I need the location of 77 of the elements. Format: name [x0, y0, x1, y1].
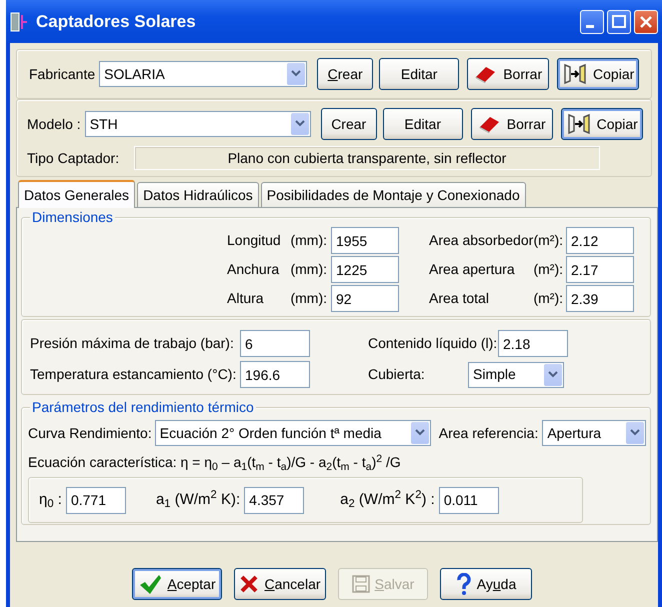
- field-label: Tipo Captador:: [27, 148, 120, 168]
- input-field[interactable]: 2.39: [566, 285, 634, 312]
- group-title: Parámetros del rendimiento térmico: [30, 400, 256, 414]
- window-title: Captadores Solares: [36, 10, 197, 33]
- coefficient-label: a$_{2}$ (W/m$^{2}$ K$^{2}$) :: [340, 488, 435, 512]
- app-icon: [10, 10, 30, 32]
- accept-button[interactable]: Aceptar: [132, 568, 222, 600]
- check-icon: [138, 573, 162, 595]
- coefficient-label: a$_{1}$ (W/m$^{2}$ K):: [156, 488, 240, 512]
- field-label: Area absorbedor: [429, 231, 534, 250]
- field-label: Cubierta:: [368, 365, 426, 384]
- input-field[interactable]: 2.18: [498, 330, 568, 357]
- cross-icon: [239, 574, 260, 594]
- book-icon: [478, 115, 502, 133]
- close-button[interactable]: [634, 10, 658, 34]
- readonly-field: Plano con cubierta transparente, sin reflector: [134, 146, 600, 170]
- equation-text: Ecuación característica: η = η$_{0}$ – a$_{1}$(t$_{m}$ - t$_{a}$)/G - a$_{2}$(t$_{m}$ - t$_{a}$)$^{2}$ /G: [28, 452, 402, 473]
- field-label: Altura: [227, 289, 264, 308]
- action-button[interactable]: Editar: [382, 108, 463, 140]
- chevron-down-icon: [291, 70, 302, 78]
- tab[interactable]: Datos Generales: [18, 180, 136, 208]
- chevron-down-icon: [294, 120, 305, 128]
- dropdown-field[interactable]: STH: [84, 111, 311, 137]
- minimize-icon: [586, 24, 594, 28]
- dropdown-field[interactable]: Simple: [468, 362, 564, 388]
- maximize-icon: [610, 12, 628, 30]
- chevron-down-icon: [548, 370, 558, 378]
- input-field[interactable]: 1225: [331, 256, 399, 283]
- help-button[interactable]: Ayuda: [440, 568, 532, 600]
- cancel-button[interactable]: Cancelar: [234, 568, 326, 600]
- field-label: Anchura: [227, 260, 280, 279]
- coefficient-label: η$_{0}$ :: [39, 490, 62, 512]
- unit-label: (mm):: [290, 289, 327, 308]
- input-field[interactable]: 0.771: [66, 486, 126, 514]
- unit-label: (m²):: [533, 260, 563, 279]
- field-label: Area apertura: [429, 260, 515, 279]
- input-field[interactable]: 1955: [331, 227, 399, 254]
- action-button[interactable]: Editar: [379, 58, 460, 90]
- copy-icon: [562, 62, 588, 86]
- field-label: Area total: [429, 289, 489, 308]
- input-field[interactable]: 196.6: [240, 361, 310, 388]
- field-label: Presión máxima de trabajo (bar):: [30, 334, 235, 353]
- group-title: Dimensiones: [30, 210, 115, 224]
- delete-button[interactable]: Borrar: [467, 58, 550, 90]
- chevron-down-icon: [414, 429, 425, 437]
- unit-label: (mm):: [290, 231, 327, 250]
- action-button[interactable]: Crear: [320, 108, 377, 140]
- delete-button[interactable]: Borrar: [470, 108, 553, 140]
- field-label: Contenido líquido (l):: [368, 334, 498, 353]
- input-field[interactable]: 92: [331, 285, 399, 312]
- tab[interactable]: Posibilidades de Montaje y Conexionado: [260, 182, 526, 207]
- unit-label: (mm):: [290, 260, 327, 279]
- input-field[interactable]: 0.011: [438, 486, 499, 514]
- copy-button[interactable]: Copiar: [557, 58, 640, 90]
- chevron-down-icon: [630, 429, 640, 437]
- field-label: Modelo :: [27, 114, 81, 134]
- input-field[interactable]: 4.357: [244, 486, 304, 514]
- question-mark-icon: [456, 573, 472, 595]
- field-label: Curva Rendimiento:: [28, 424, 152, 442]
- unit-label: (m²):: [533, 289, 563, 308]
- copy-button[interactable]: Copiar: [560, 108, 643, 140]
- dropdown-field[interactable]: SOLARIA: [99, 61, 308, 87]
- input-field[interactable]: 2.12: [566, 227, 634, 254]
- unit-label: (m²):: [533, 231, 563, 250]
- field-label: Area referencia:: [438, 424, 538, 442]
- field-label: Longitud: [227, 231, 281, 250]
- action-button[interactable]: Crear: [317, 58, 374, 90]
- minimize-button[interactable]: [580, 10, 604, 34]
- tab[interactable]: Datos Hidraúlicos: [137, 182, 259, 207]
- dropdown-field[interactable]: Ecuación 2° Orden función tª media: [154, 420, 431, 446]
- input-field[interactable]: 2.17: [566, 256, 634, 283]
- maximize-button[interactable]: [607, 10, 631, 34]
- field-label: Temperatura estancamiento (°C):: [30, 365, 238, 384]
- input-field[interactable]: 6: [240, 330, 310, 357]
- field-label: Fabricante: [29, 64, 96, 84]
- dropdown-field[interactable]: Apertura: [542, 420, 646, 446]
- copy-icon: [566, 112, 592, 136]
